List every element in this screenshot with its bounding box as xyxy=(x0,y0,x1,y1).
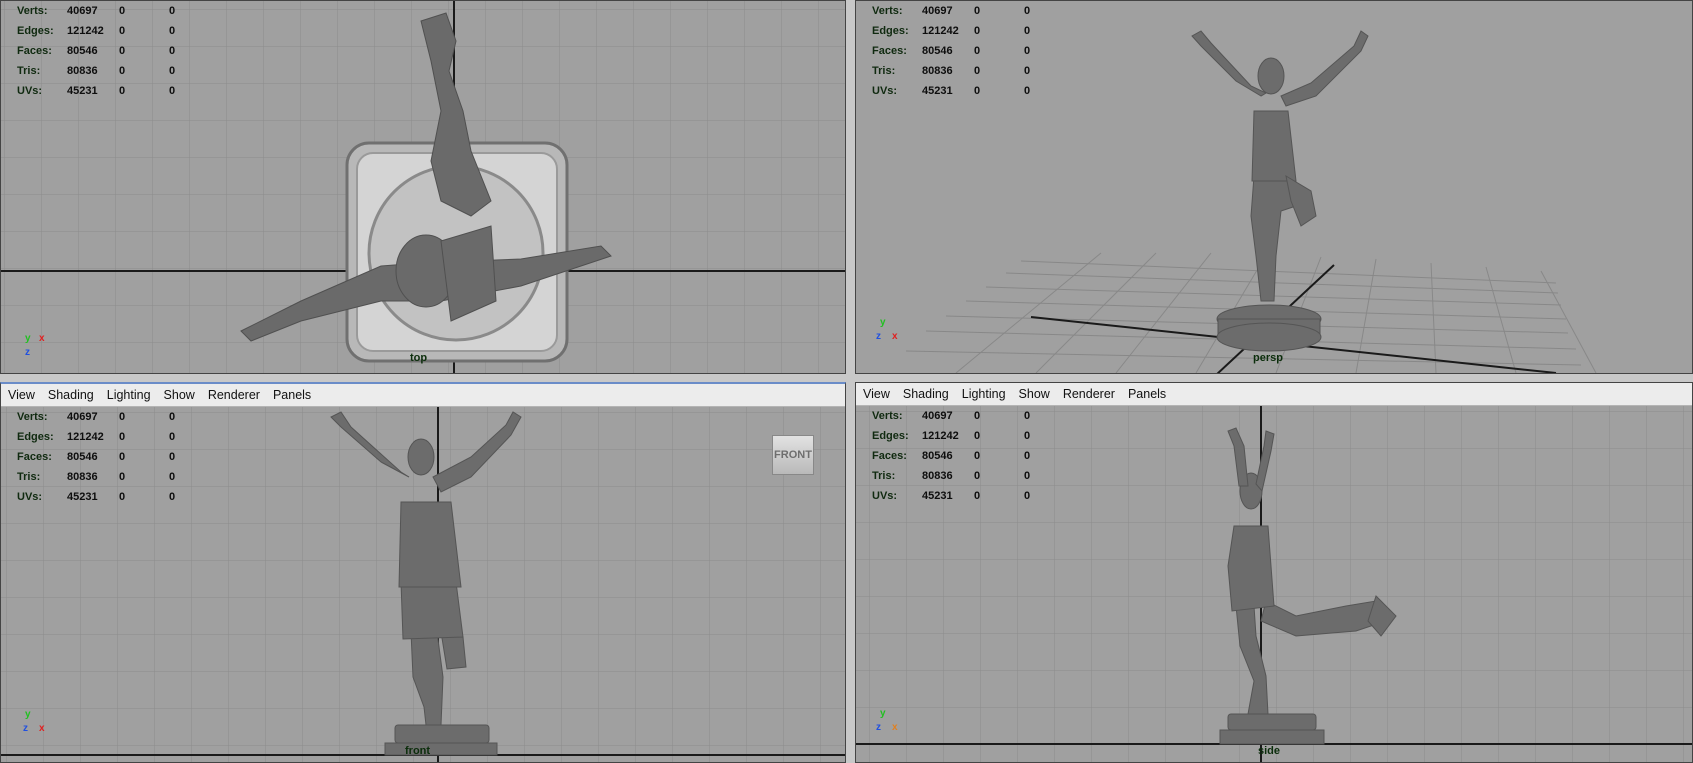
camera-label-front: front xyxy=(405,745,431,757)
menu-view[interactable]: View xyxy=(1,388,41,402)
menu-panels[interactable]: Panels xyxy=(266,388,317,402)
menu-panels[interactable]: Panels xyxy=(1121,387,1172,401)
camera-label-side: side xyxy=(1258,745,1281,757)
menu-lighting[interactable]: Lighting xyxy=(955,387,1012,401)
viewport-side[interactable]: Verts: 40697 0 0 Edges: 121242 0 0 Faces: 80546… xyxy=(856,406,1692,762)
panel-menubar-front: View Shading Lighting Show Renderer Pane… xyxy=(1,384,845,407)
hud-stats-side: Verts: 40697 0 0 Edges: 121242 0 0 Faces: 80546… xyxy=(872,410,1031,502)
hud-stats-front: Verts: 40697 0 0 Edges: 121242 0 0 Faces: 80546… xyxy=(17,411,176,503)
axis-gizmo-side: y z x xyxy=(876,708,898,733)
axis-gizmo-front: y z x xyxy=(23,709,45,734)
hud-stats-top: Verts: 40697 0 0 Edges: 121242 0 0 Faces: 80546… xyxy=(17,5,176,97)
panel-menubar-side: View Shading Lighting Show Renderer Pane… xyxy=(856,383,1692,406)
menu-show[interactable]: Show xyxy=(157,388,201,402)
menu-view[interactable]: View xyxy=(856,387,896,401)
menu-renderer[interactable]: Renderer xyxy=(201,388,266,402)
menu-renderer[interactable]: Renderer xyxy=(1056,387,1121,401)
hud-stats-persp: Verts: 40697 0 0 Edges: 121242 0 0 Faces: 80546… xyxy=(872,5,1031,97)
viewport-side-pane[interactable]: View Shading Lighting Show Renderer Pane… xyxy=(855,382,1693,763)
camera-label-persp: persp xyxy=(1253,352,1283,364)
viewport-top-pane[interactable]: Verts: 40697 0 0 Edges: 121242 0 0 Faces: 80546… xyxy=(0,0,846,374)
menu-show[interactable]: Show xyxy=(1012,387,1056,401)
menu-shading[interactable]: Shading xyxy=(41,388,100,402)
viewport-front[interactable]: Verts: 40697 0 0 Edges: 121242 0 0 Faces: 80546… xyxy=(1,407,845,762)
camera-label-top: top xyxy=(410,352,428,364)
menu-lighting[interactable]: Lighting xyxy=(100,388,157,402)
axis-gizmo-persp: y z x xyxy=(876,317,898,342)
statue-persp xyxy=(1191,30,1369,352)
viewport-persp-pane[interactable]: Verts: 40697 0 0 Edges: 121242 0 0 Faces: 80546… xyxy=(855,0,1693,374)
viewport-front-pane[interactable]: View Shading Lighting Show Renderer Pane… xyxy=(0,382,846,763)
viewcube-front[interactable]: FRONT xyxy=(772,435,814,475)
axis-gizmo-top: y x z xyxy=(25,333,45,358)
menu-shading[interactable]: Shading xyxy=(896,387,955,401)
